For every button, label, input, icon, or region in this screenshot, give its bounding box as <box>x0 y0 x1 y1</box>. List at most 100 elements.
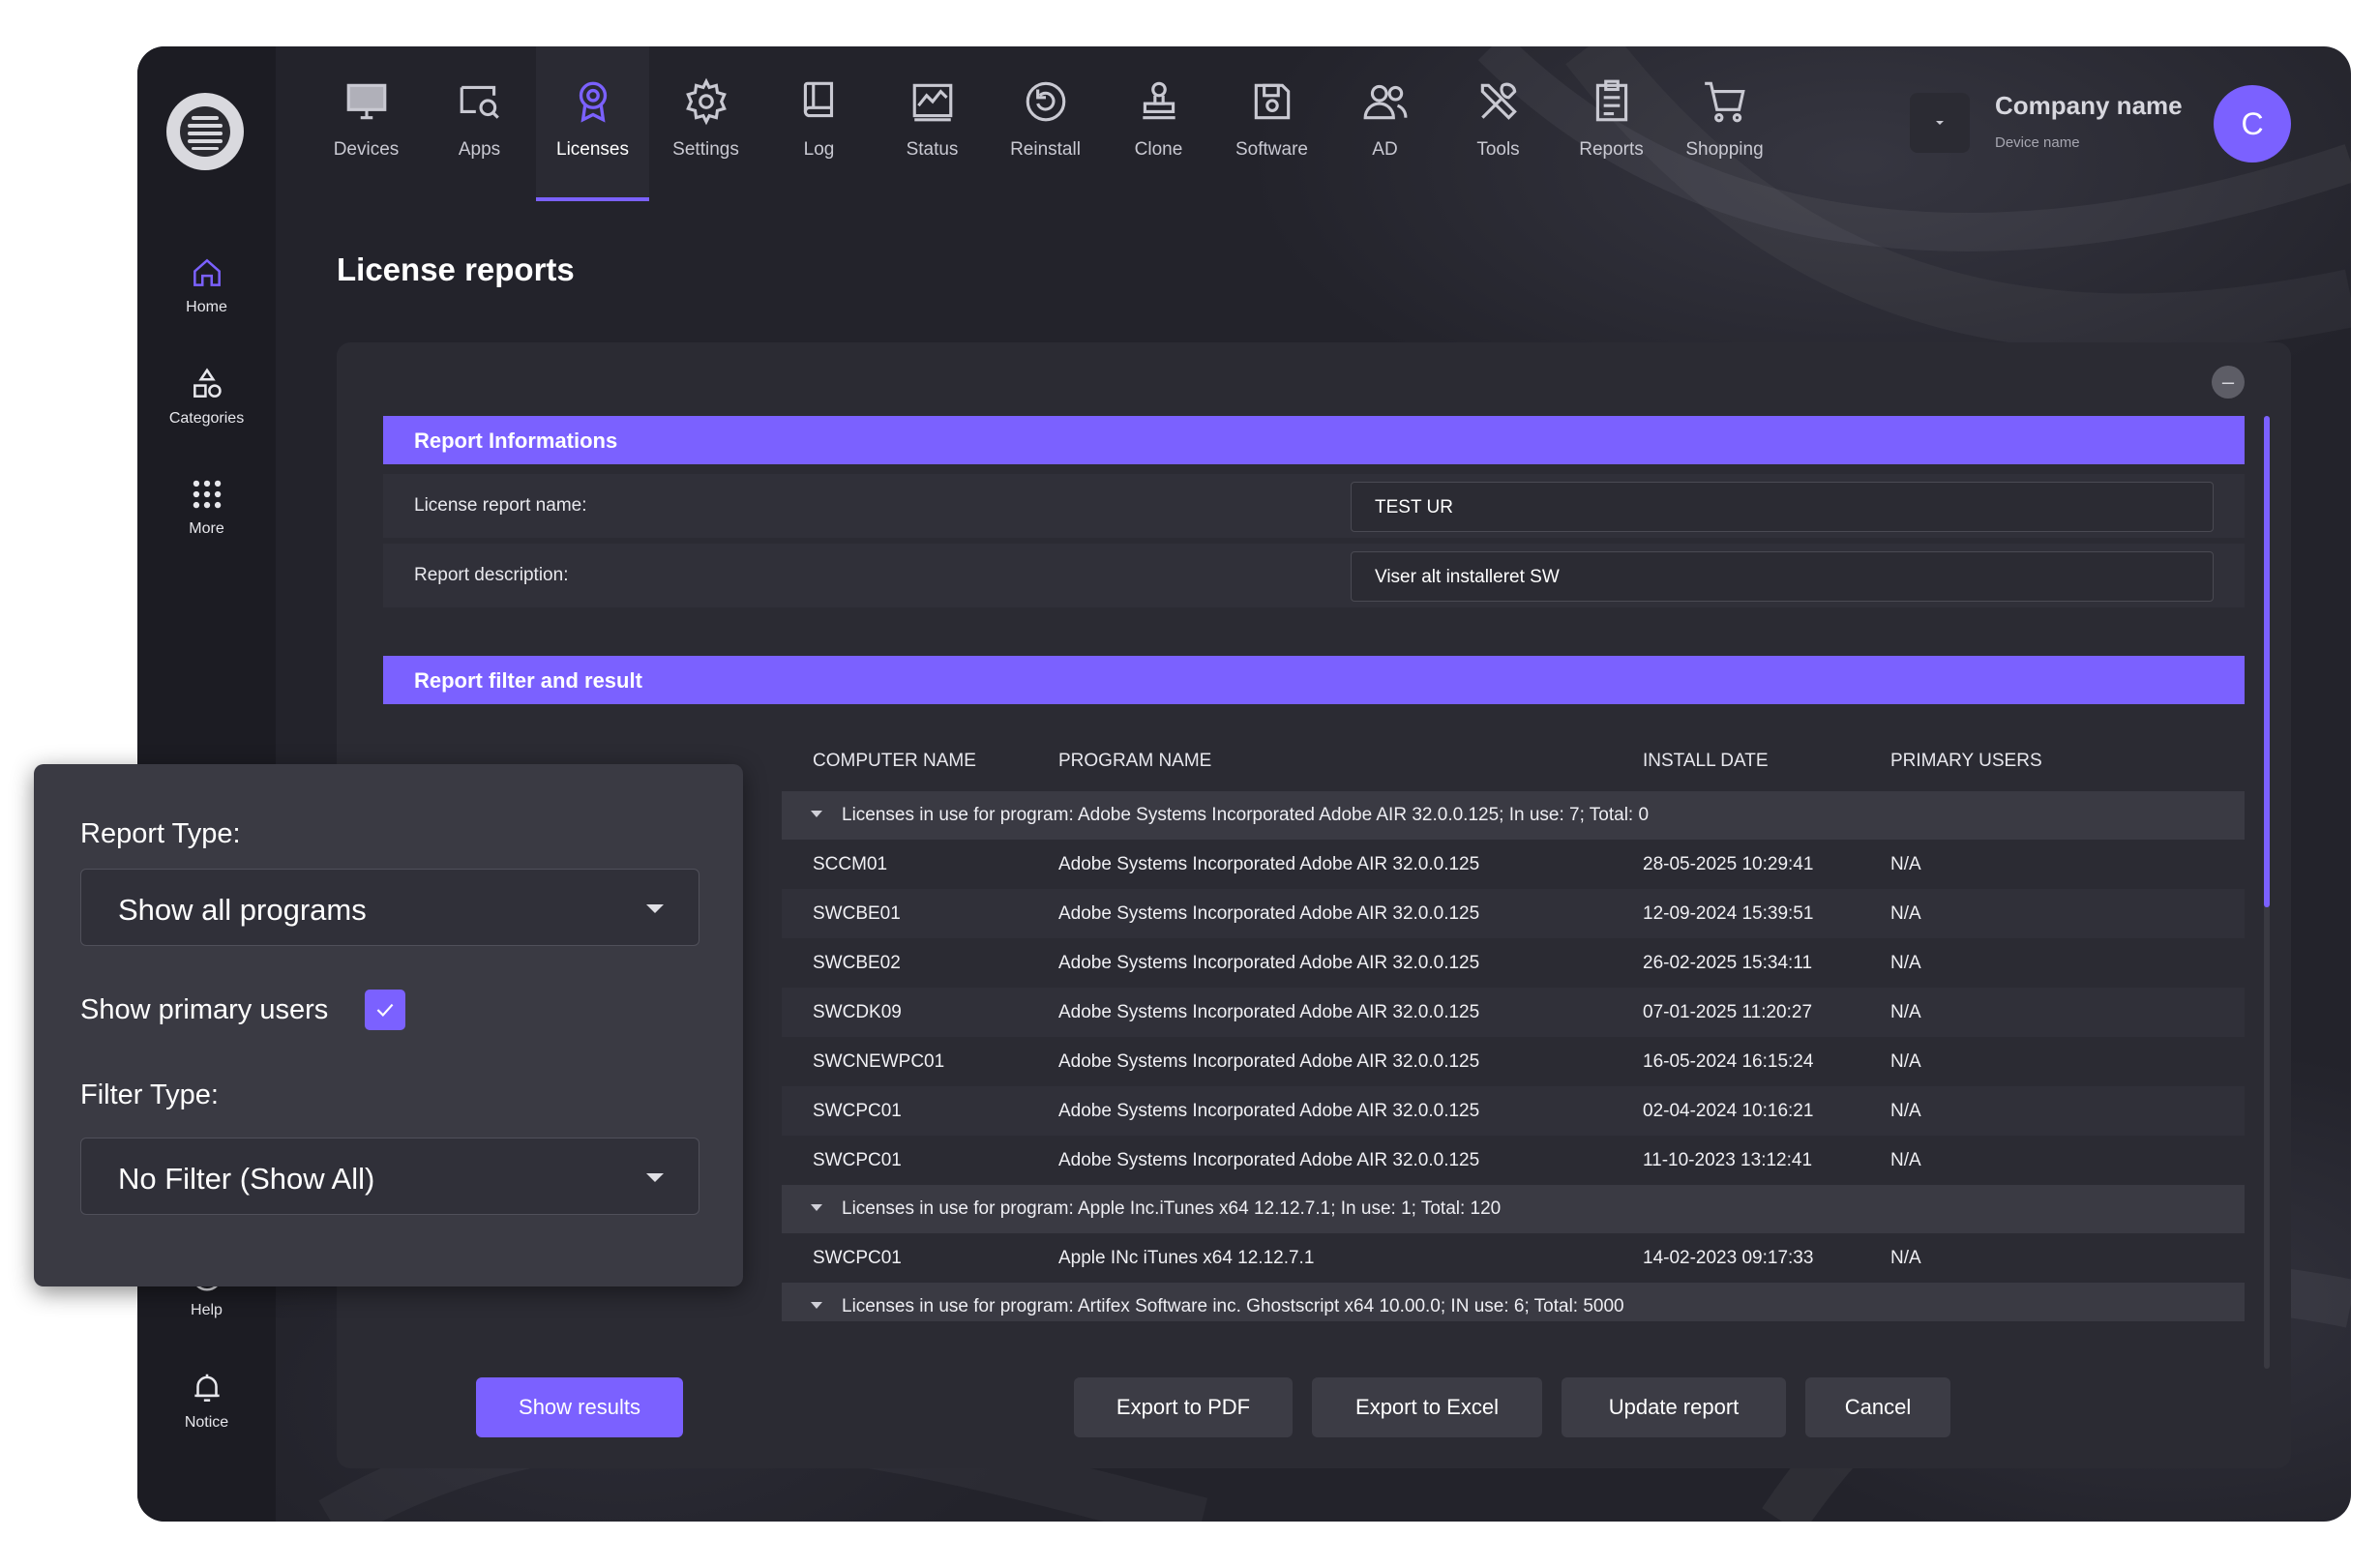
show-primary-users-checkbox[interactable] <box>365 990 405 1030</box>
caret-down-icon[interactable] <box>811 1204 822 1211</box>
account-info[interactable]: Company name Device name <box>1995 91 2183 151</box>
chevron-down-icon <box>646 904 664 913</box>
sidebar-item-label: More <box>189 520 224 537</box>
group-title: Licenses in use for program: Apple Inc.i… <box>842 1198 1502 1219</box>
report-description-field[interactable]: Viser alt installeret SW <box>1351 551 2214 602</box>
nav-item-label: Apps <box>458 139 501 160</box>
nav-item-clone[interactable]: Clone <box>1102 46 1215 201</box>
clipboard-icon <box>1595 79 1627 122</box>
table-row[interactable]: SWCPC01 Adobe Systems Incorporated Adobe… <box>782 1136 2245 1185</box>
cell-primary-users: N/A <box>1890 1101 1921 1121</box>
account-dropdown-button[interactable] <box>1910 93 1970 153</box>
cart-icon <box>1704 81 1745 123</box>
cell-install-date: 16-05-2024 16:15:24 <box>1643 1051 1814 1072</box>
report-type-select[interactable]: Show all programs <box>80 869 699 946</box>
nav-item-label: Log <box>803 139 835 160</box>
nav-item-apps[interactable]: Apps <box>423 46 536 201</box>
filter-type-select[interactable]: No Filter (Show All) <box>80 1138 699 1215</box>
scrollbar-thumb[interactable] <box>2264 416 2270 907</box>
group-row[interactable]: Licenses in use for program: Artifex Sof… <box>782 1283 2245 1321</box>
logo-mark <box>180 106 230 157</box>
nav-item-reports[interactable]: Reports <box>1555 46 1668 201</box>
cell-primary-users: N/A <box>1890 953 1921 973</box>
table-row[interactable]: SWCDK09 Adobe Systems Incorporated Adobe… <box>782 988 2245 1037</box>
table-row[interactable]: SWCBE01 Adobe Systems Incorporated Adobe… <box>782 889 2245 938</box>
report-info-header[interactable]: Report Informations <box>383 416 2245 464</box>
group-row[interactable]: Licenses in use for program: Apple Inc.i… <box>782 1185 2245 1233</box>
cell-computer-name: SWCNEWPC01 <box>813 1051 945 1072</box>
nav-item-label: Software <box>1235 139 1308 160</box>
caret-down-icon[interactable] <box>811 811 822 817</box>
nav-item-status[interactable]: Status <box>876 46 989 201</box>
nav-item-label: Status <box>906 139 959 160</box>
cell-install-date: 14-02-2023 09:17:33 <box>1643 1248 1814 1268</box>
nav-item-log[interactable]: Log <box>762 46 876 201</box>
group-row[interactable]: Licenses in use for program: Adobe Syste… <box>782 791 2245 840</box>
bell-icon <box>193 1374 220 1402</box>
show-results-button[interactable]: Show results <box>476 1377 683 1437</box>
sidebar-item-notice[interactable]: Notice <box>137 1370 276 1432</box>
report-name-label: License report name: <box>414 495 587 516</box>
export-pdf-button[interactable]: Export to PDF <box>1074 1377 1293 1437</box>
report-name-row: License report name: TEST UR <box>383 474 2245 538</box>
sidebar-item-more[interactable]: More <box>137 476 276 538</box>
reinstall-icon <box>1026 81 1065 122</box>
nav-item-devices[interactable]: Devices <box>310 46 423 201</box>
brand-logo-icon[interactable] <box>166 93 244 170</box>
cancel-button[interactable]: Cancel <box>1805 1377 1950 1437</box>
sidebar-item-home[interactable]: Home <box>137 254 276 316</box>
nav-item-shopping[interactable]: Shopping <box>1668 46 1781 201</box>
column-header-program-name[interactable]: PROGRAM NAME <box>1058 751 1211 772</box>
cell-program-name: Adobe Systems Incorporated Adobe AIR 32.… <box>1058 1002 1480 1022</box>
nav-item-settings[interactable]: Settings <box>649 46 762 201</box>
table-row[interactable]: SCCM01 Adobe Systems Incorporated Adobe … <box>782 840 2245 889</box>
cell-computer-name: SWCPC01 <box>813 1150 902 1170</box>
cell-install-date: 12-09-2024 15:39:51 <box>1643 903 1814 924</box>
table-row[interactable]: SWCBE02 Adobe Systems Incorporated Adobe… <box>782 938 2245 988</box>
nav-item-label: Shopping <box>1685 139 1764 160</box>
cell-primary-users: N/A <box>1890 1002 1921 1022</box>
nav-item-software[interactable]: Software <box>1215 46 1328 201</box>
chevron-down-icon <box>1936 121 1944 125</box>
cell-primary-users: N/A <box>1890 903 1921 924</box>
cell-primary-users: N/A <box>1890 1150 1921 1170</box>
cell-primary-users: N/A <box>1890 854 1921 874</box>
nav-item-label: Devices <box>333 139 400 160</box>
nav-item-reinstall[interactable]: Reinstall <box>989 46 1102 201</box>
column-header-primary-users[interactable]: PRIMARY USERS <box>1890 751 2042 772</box>
table-row[interactable]: SWCPC01 Apple INc iTunes x64 12.12.7.1 1… <box>782 1233 2245 1283</box>
book-icon <box>803 81 833 118</box>
nav-item-label: Reinstall <box>1010 139 1081 160</box>
cell-install-date: 26-02-2025 15:34:11 <box>1643 953 1813 973</box>
sidebar-item-label: Help <box>191 1302 223 1318</box>
nav-item-label: Clone <box>1134 139 1183 160</box>
cell-program-name: Adobe Systems Incorporated Adobe AIR 32.… <box>1058 1101 1480 1121</box>
grid-dots-icon <box>193 480 221 509</box>
sidebar-item-categories[interactable]: Categories <box>137 366 276 428</box>
collapse-button[interactable]: – <box>2212 366 2245 399</box>
group-title: Licenses in use for program: Adobe Syste… <box>842 805 1650 825</box>
nav-item-ad[interactable]: AD <box>1328 46 1442 201</box>
sidebar-item-label: Home <box>186 299 227 315</box>
export-excel-button[interactable]: Export to Excel <box>1312 1377 1542 1437</box>
avatar[interactable]: C <box>2214 85 2291 163</box>
column-header-install-date[interactable]: INSTALL DATE <box>1643 751 1769 772</box>
nav-item-label: AD <box>1372 139 1398 160</box>
caret-down-icon[interactable] <box>811 1302 822 1309</box>
nav-item-tools[interactable]: Tools <box>1442 46 1555 201</box>
report-filter-header[interactable]: Report filter and result <box>383 656 2245 704</box>
cell-computer-name: SWCPC01 <box>813 1101 902 1121</box>
report-name-field[interactable]: TEST UR <box>1351 482 2214 532</box>
stamp-icon <box>1142 81 1175 120</box>
cell-install-date: 07-01-2025 11:20:27 <box>1643 1002 1813 1022</box>
table-header: COMPUTER NAME PROGRAM NAME INSTALL DATE … <box>782 737 2245 791</box>
floppy-icon <box>1254 83 1290 120</box>
filter-type-label: Filter Type: <box>80 1079 219 1110</box>
cell-program-name: Adobe Systems Incorporated Adobe AIR 32.… <box>1058 854 1480 874</box>
column-header-computer-name[interactable]: COMPUTER NAME <box>813 751 976 772</box>
nav-item-licenses[interactable]: Licenses <box>536 46 649 201</box>
update-report-button[interactable]: Update report <box>1562 1377 1786 1437</box>
table-row[interactable]: SWCPC01 Adobe Systems Incorporated Adobe… <box>782 1086 2245 1136</box>
table-row[interactable]: SWCNEWPC01 Adobe Systems Incorporated Ad… <box>782 1037 2245 1086</box>
sidebar-item-label: Categories <box>168 410 245 427</box>
